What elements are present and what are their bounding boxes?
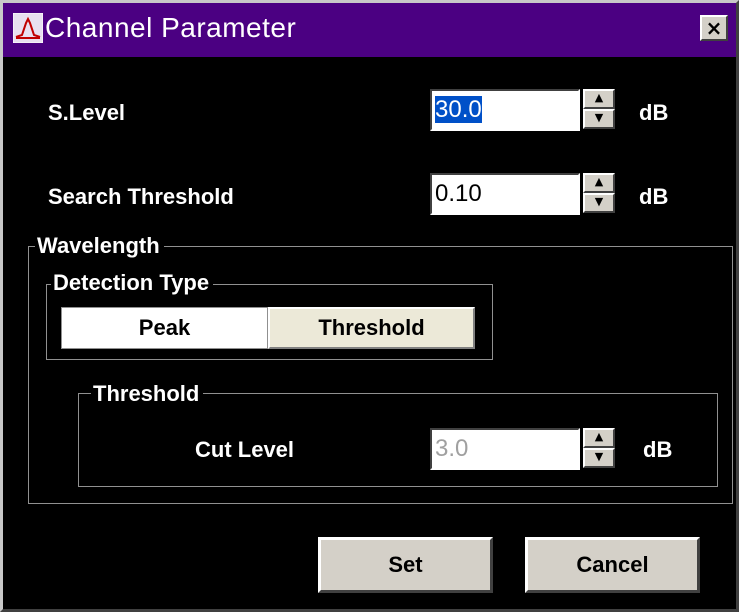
wavelength-group-label: Wavelength [35,233,164,259]
window-title: Channel Parameter [45,12,297,43]
cut-level-spinner[interactable]: ▲ ▼ [583,428,615,468]
cut-level-label: Cut Level [195,437,295,462]
spin-up-icon[interactable]: ▲ [583,428,615,448]
channel-parameter-dialog: Channel Parameter × S.Level 30.0 ▲ ▼ dB … [0,0,739,612]
threshold-group-label: Threshold [91,381,204,407]
search-threshold-value: 0.10 [435,180,482,207]
spin-up-icon[interactable]: ▲ [583,89,615,109]
cancel-button[interactable]: Cancel [525,537,700,593]
s-level-value: 30.0 [435,96,482,123]
search-threshold-spinner[interactable]: ▲ ▼ [583,173,615,213]
search-threshold-input[interactable]: 0.10 [430,173,580,215]
s-level-input[interactable]: 30.0 [430,89,580,131]
cancel-button-label: Cancel [576,552,649,577]
s-level-label: S.Level [48,100,126,125]
search-threshold-label: Search Threshold [48,184,234,209]
detection-peak-label: Peak [138,315,191,340]
set-button-label: Set [388,552,423,577]
s-level-unit: dB [639,100,669,125]
close-button[interactable]: × [700,15,728,41]
detection-threshold-label: Threshold [318,315,425,340]
close-icon: × [705,16,723,40]
search-threshold-unit: dB [639,184,669,209]
threshold-group [78,393,718,487]
spin-up-icon[interactable]: ▲ [583,173,615,193]
detection-type-group-label: Detection Type [51,270,214,296]
spin-down-icon[interactable]: ▼ [583,109,615,129]
cut-level-unit: dB [643,437,673,462]
set-button[interactable]: Set [318,537,493,593]
cut-level-input[interactable]: 3.0 [430,428,580,470]
s-level-spinner[interactable]: ▲ ▼ [583,89,615,129]
detection-peak-option[interactable]: Peak [61,307,268,349]
detection-threshold-option[interactable]: Threshold [268,307,475,349]
title-bar[interactable]: Channel Parameter × [3,3,736,57]
spectrum-chart-icon [13,13,43,43]
spin-down-icon[interactable]: ▼ [583,193,615,213]
cut-level-value: 3.0 [435,435,469,462]
spin-down-icon[interactable]: ▼ [583,448,615,468]
